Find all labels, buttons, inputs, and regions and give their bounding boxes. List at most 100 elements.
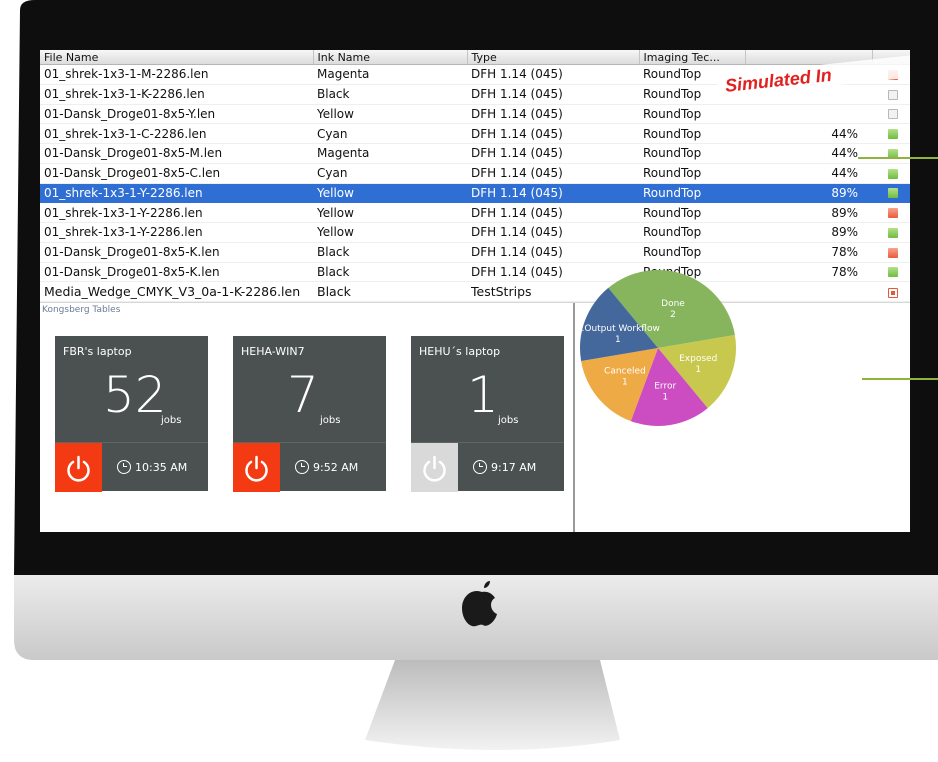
status-cell — [872, 202, 910, 223]
tile-footer: 9:17 AM — [411, 442, 564, 492]
table-row[interactable]: 01_shrek-1x3-1-Y-2286.len Yellow DFH 1.14 … — [40, 183, 910, 204]
pie-slice-value: 1 — [662, 392, 668, 402]
status-strip-icon — [888, 287, 898, 298]
imaging-cell: RoundTop — [639, 143, 745, 164]
column-header-file-name[interactable]: File Name — [40, 50, 314, 65]
file-name-cell: 01_shrek-1x3-1-C-2286.len — [40, 123, 313, 144]
ink-name-cell: Cyan — [313, 163, 467, 184]
pie-slice-value: 1 — [695, 365, 701, 375]
table-row[interactable]: Media_Wedge_CMYK_V3_0a-1-K-2286.len Black… — [40, 281, 910, 302]
status-cell — [872, 84, 910, 105]
table-row[interactable]: 01-Dansk_Droge01-8x5-K.len Black DFH 1.14 … — [40, 262, 910, 283]
table-row[interactable]: 01-Dansk_Droge01-8x5-Y.len Yellow DFH 1.14… — [40, 104, 910, 125]
file-name-cell: 01_shrek-1x3-1-Y-2286.len — [40, 183, 313, 204]
last-active-time: 9:17 AM — [473, 460, 536, 474]
ink-name-cell: Black — [313, 84, 467, 105]
status-cell — [872, 163, 910, 184]
table-row[interactable]: 01_shrek-1x3-1-Y-2286.len Yellow DFH 1.14 … — [40, 202, 910, 223]
power-icon — [67, 455, 90, 482]
clock-icon — [117, 460, 131, 474]
time-value: 9:17 AM — [491, 461, 537, 474]
tile-footer: 10:35 AM — [55, 442, 208, 492]
job-count: 7 — [287, 366, 319, 424]
job-count: 52 — [103, 366, 167, 424]
file-name-cell: 01_shrek-1x3-1-Y-2286.len — [40, 222, 313, 243]
screen: File Name Ink Name Type Imaging Tec... 0… — [40, 50, 910, 532]
imaging-cell: RoundTop — [639, 104, 745, 125]
file-name-cell: 01_shrek-1x3-1-M-2286.len — [40, 64, 313, 85]
power-button[interactable] — [233, 443, 280, 492]
status-ok-icon — [888, 188, 898, 199]
table-row[interactable]: 01_shrek-1x3-1-Y-2286.len Yellow DFH 1.14 … — [40, 222, 910, 243]
imaging-cell: RoundTop — [639, 202, 745, 223]
type-cell: DFH 1.14 (045) — [467, 104, 639, 125]
status-cell — [872, 123, 910, 144]
column-header-imaging-tec[interactable]: Imaging Tec... — [639, 50, 746, 65]
file-name-cell: 01-Dansk_Droge01-8x5-M.len — [40, 143, 313, 164]
progress-cell — [745, 281, 872, 302]
column-header-type[interactable]: Type — [467, 50, 640, 65]
file-name-cell: 01-Dansk_Droge01-8x5-K.len — [40, 242, 313, 263]
job-unit: jobs — [498, 415, 519, 426]
last-active-time: 9:52 AM — [295, 460, 358, 474]
table-row[interactable]: 01-Dansk_Droge01-8x5-M.len Magenta DFH 1.1… — [40, 143, 910, 164]
type-cell: DFH 1.14 (045) — [467, 183, 639, 204]
status-cell — [872, 262, 910, 283]
column-header-ink-name[interactable]: Ink Name — [313, 50, 468, 65]
progress-cell: 44% — [745, 163, 872, 184]
ink-name-cell: Yellow — [313, 222, 467, 243]
type-cell: DFH 1.14 (045) — [467, 163, 639, 184]
pie-slice-label: ...Output Workflow — [576, 324, 660, 334]
power-icon — [423, 455, 446, 482]
status-idle-icon — [888, 109, 898, 120]
pie-slice-label: Done — [661, 299, 685, 309]
table-row[interactable]: 01-Dansk_Droge01-8x5-K.len Black DFH 1.14 … — [40, 242, 910, 263]
progress-cell: 78% — [745, 262, 872, 283]
job-unit: jobs — [161, 415, 182, 426]
file-name-cell: 01_shrek-1x3-1-K-2286.len — [40, 84, 313, 105]
tile-footer: 9:52 AM — [233, 442, 386, 492]
device-tile[interactable]: FBR's laptop 52 jobs 10:35 AM — [55, 336, 208, 492]
status-cell — [872, 183, 910, 204]
status-cell — [872, 222, 910, 243]
callout-line — [862, 378, 938, 380]
status-ok-icon — [888, 227, 898, 238]
time-value: 10:35 AM — [135, 461, 188, 474]
section-label: Kongsberg Tables — [42, 305, 121, 315]
imaging-cell: RoundTop — [639, 242, 745, 263]
status-cell — [872, 143, 910, 164]
file-name-cell: Media_Wedge_CMYK_V3_0a-1-K-2286.len — [40, 281, 313, 302]
status-cell — [872, 281, 910, 302]
clock-icon — [295, 460, 309, 474]
power-button[interactable] — [411, 443, 458, 492]
type-cell: DFH 1.14 (045) — [467, 123, 639, 144]
pie-slice-label: Error — [654, 381, 676, 391]
power-button[interactable] — [55, 443, 102, 492]
status-idle-icon — [888, 89, 898, 100]
type-cell: DFH 1.14 (045) — [467, 202, 639, 223]
table-header: File Name Ink Name Type Imaging Tec... — [40, 50, 910, 65]
pie-slice-label: Exposed — [679, 354, 717, 364]
ink-name-cell: Black — [313, 262, 467, 283]
ink-name-cell: Yellow — [313, 202, 467, 223]
device-tile[interactable]: HEHU´s laptop 1 jobs 9:17 AM — [411, 336, 564, 492]
status-ok-icon — [888, 129, 898, 140]
status-cell — [872, 242, 910, 263]
pie-slice-value: 2 — [670, 310, 676, 320]
type-cell: DFH 1.14 (045) — [467, 242, 639, 263]
progress-cell: 44% — [745, 123, 872, 144]
device-name: HEHA-WIN7 — [241, 345, 305, 358]
time-value: 9:52 AM — [313, 461, 359, 474]
job-unit: jobs — [320, 415, 341, 426]
imaging-cell: RoundTop — [639, 222, 745, 243]
callout-line — [858, 157, 938, 159]
table-row[interactable]: 01-Dansk_Droge01-8x5-C.len Cyan DFH 1.14 (… — [40, 163, 910, 184]
pie-slice-label: Canceled — [604, 366, 646, 376]
ink-name-cell: Magenta — [313, 143, 467, 164]
status-err-icon — [888, 208, 898, 219]
device-tile[interactable]: HEHA-WIN7 7 jobs 9:52 AM — [233, 336, 386, 492]
file-name-cell: 01-Dansk_Droge01-8x5-K.len — [40, 262, 313, 283]
monitor-stand — [365, 660, 620, 750]
table-row[interactable]: 01_shrek-1x3-1-C-2286.len Cyan DFH 1.14 (0… — [40, 123, 910, 144]
progress-cell: 89% — [745, 202, 872, 223]
